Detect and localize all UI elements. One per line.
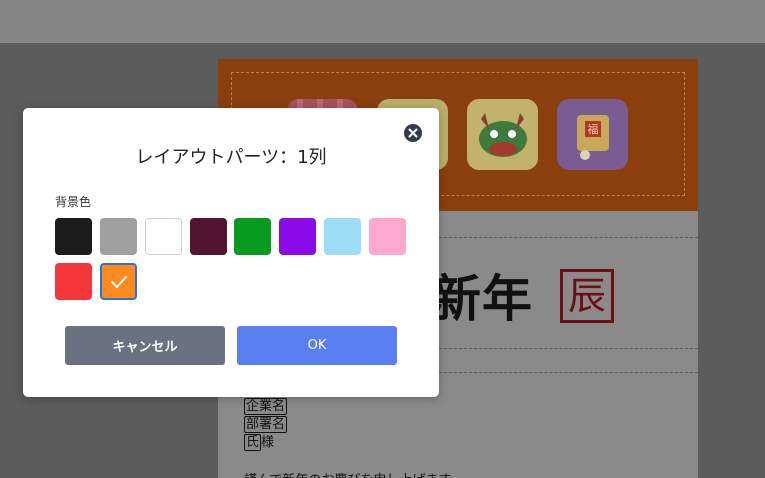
merge-tag-company: 企業名 bbox=[244, 398, 288, 415]
merge-tag-surname: 氏 bbox=[244, 434, 262, 451]
new-year-title: 新年 bbox=[431, 269, 533, 328]
close-button[interactable] bbox=[404, 124, 422, 142]
background-color-label: 背景色 bbox=[55, 195, 92, 209]
close-icon bbox=[408, 128, 418, 138]
color-swatch-green[interactable] bbox=[234, 218, 271, 255]
color-swatch-red[interactable] bbox=[55, 263, 92, 300]
color-swatch-white[interactable] bbox=[145, 218, 182, 255]
illustration-tile-4: 福 bbox=[557, 99, 628, 170]
checkmark-icon bbox=[111, 276, 127, 288]
merge-field-block: 企業名 部署名 氏様 bbox=[244, 398, 288, 452]
color-swatch-light-blue[interactable] bbox=[324, 218, 361, 255]
lucky-charm-illustration: 福 bbox=[557, 99, 628, 170]
layout-parts-dialog: レイアウトパーツ：1列 背景色 キャンセル OK bbox=[23, 108, 439, 397]
greeting-text: 謹んで新年のお慶びを申し上げます bbox=[244, 469, 451, 478]
illustration-tile-3 bbox=[467, 99, 538, 170]
color-swatch-purple[interactable] bbox=[279, 218, 316, 255]
dragon-badge: 辰 bbox=[560, 269, 614, 323]
cancel-button[interactable]: キャンセル bbox=[65, 326, 225, 365]
color-swatch-pink[interactable] bbox=[369, 218, 406, 255]
dialog-title: レイアウトパーツ：1列 bbox=[135, 147, 327, 168]
merge-tag-department: 部署名 bbox=[244, 416, 288, 433]
top-toolbar bbox=[0, 0, 765, 43]
color-swatch-orange[interactable] bbox=[100, 263, 137, 300]
color-swatch-maroon[interactable] bbox=[190, 218, 227, 255]
color-swatch-gray[interactable] bbox=[100, 218, 137, 255]
ok-button[interactable]: OK bbox=[237, 326, 397, 365]
color-swatch-black[interactable] bbox=[55, 218, 92, 255]
dragon-illustration bbox=[467, 99, 538, 170]
tile-badge-text: 福 bbox=[588, 122, 599, 136]
honorific-text: 様 bbox=[261, 435, 275, 450]
